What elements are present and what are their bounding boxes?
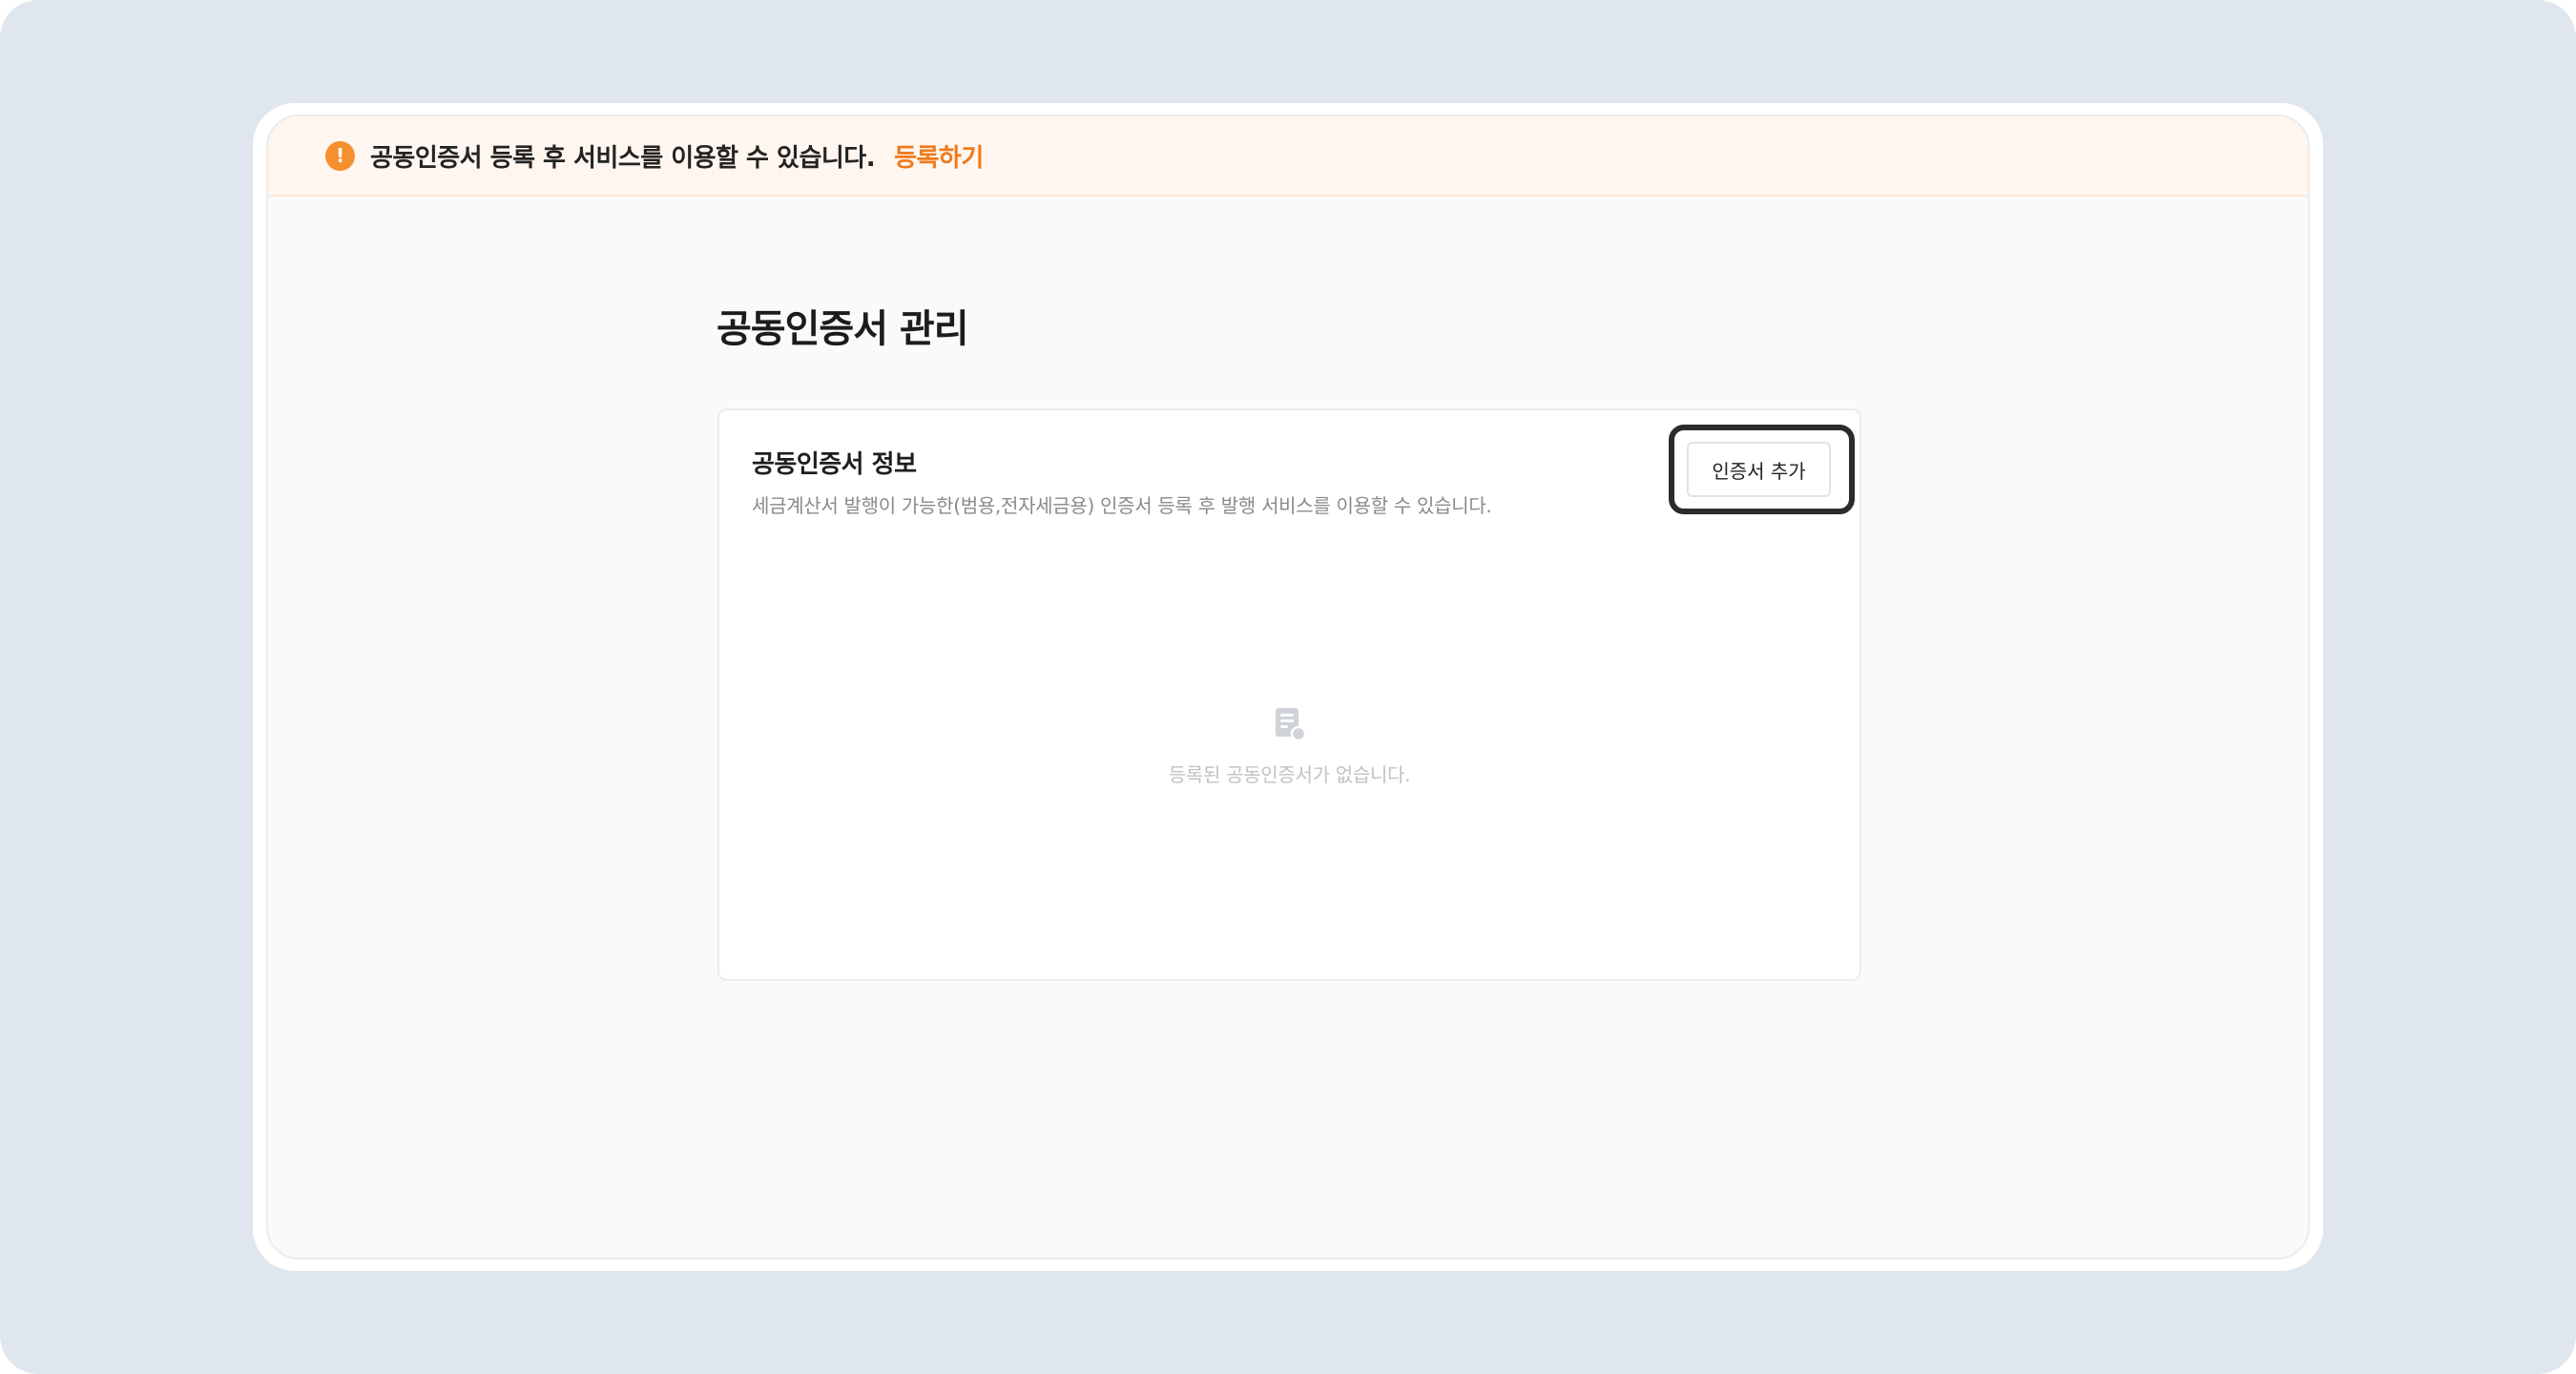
certificate-info-card: 공동인증서 정보 세금계산서 발행이 가능한(범용,전자세금용) 인증서 등록 … — [717, 408, 1861, 981]
empty-state: 등록된 공동인증서가 없습니다. — [719, 706, 1859, 787]
add-button-highlight: 인증서 추가 — [1669, 425, 1855, 514]
register-link[interactable]: 등록하기 — [894, 138, 984, 174]
certificate-warning-banner: ! 공동인증서 등록 후 서비스를 이용할 수 있습니다. 등록하기 — [268, 116, 2308, 197]
window-frame: ! 공동인증서 등록 후 서비스를 이용할 수 있습니다. 등록하기 공동인증서… — [253, 103, 2323, 1271]
warning-icon: ! — [325, 140, 355, 171]
card-description: 세금계산서 발행이 가능한(범용,전자세금용) 인증서 등록 후 발행 서비스를… — [752, 494, 1492, 517]
banner-message: 공동인증서 등록 후 서비스를 이용할 수 있습니다. — [370, 143, 876, 173]
document-icon — [1275, 708, 1306, 742]
empty-message: 등록된 공동인증서가 없습니다. — [1168, 763, 1411, 786]
app-container: ! 공동인증서 등록 후 서비스를 이용할 수 있습니다. 등록하기 공동인증서… — [266, 114, 2310, 1260]
add-certificate-button[interactable]: 인증서 추가 — [1687, 442, 1831, 497]
card-title: 공동인증서 정보 — [752, 450, 917, 479]
page-title: 공동인증서 관리 — [717, 307, 969, 351]
